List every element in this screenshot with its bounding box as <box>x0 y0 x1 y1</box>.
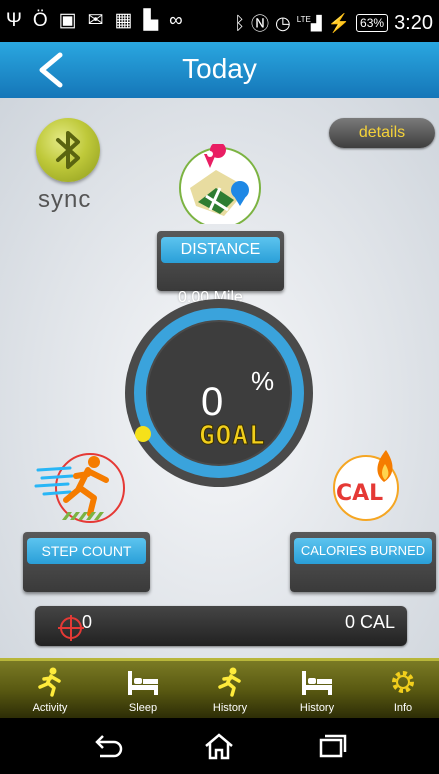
map-location-icon <box>179 144 261 224</box>
bottom-tab-bar: Activity Sleep History History Info <box>0 658 439 718</box>
battery-indicator: 63% <box>356 14 389 32</box>
bed-icon <box>128 671 158 695</box>
clock-icon: ◷ <box>275 12 291 33</box>
step-count-label: STEP COUNT <box>27 538 146 564</box>
recents-icon <box>319 734 347 758</box>
tab-activity-history-label: History <box>212 702 248 714</box>
tab-sleep-history-label: History <box>299 702 335 714</box>
sync-label: sync <box>38 186 92 213</box>
system-nav-bar <box>0 718 439 774</box>
voicemail-icon: ∞ <box>169 10 183 31</box>
tab-activity[interactable]: Activity <box>15 667 85 721</box>
alarm-icon: Ö <box>32 10 48 31</box>
runner-icon <box>218 667 241 697</box>
target-icon <box>58 615 84 641</box>
step-count-panel[interactable]: STEP COUNT <box>23 532 150 592</box>
system-recents-button[interactable] <box>315 732 349 760</box>
dashboard: sync details DISTANCE 0.00 Mile % 0 GOAL <box>0 98 439 658</box>
summary-steps-value: 0 <box>82 612 93 632</box>
runner-icon <box>38 667 61 697</box>
tab-activity-history[interactable]: History <box>195 667 265 721</box>
summary-bar: 0 0 CAL <box>35 606 407 646</box>
percent-value: 0 <box>201 380 224 424</box>
bluetooth-status-icon: ᛒ <box>234 12 246 33</box>
gear-icon <box>392 671 414 693</box>
usb-icon: Ψ <box>6 10 22 31</box>
goal-label: GOAL <box>199 421 266 452</box>
tab-sleep[interactable]: Sleep <box>108 667 178 721</box>
page-title: Today <box>182 53 257 84</box>
system-back-button[interactable] <box>90 732 124 760</box>
tab-activity-label: Activity <box>32 702 68 714</box>
notification-icons: Ψ Ö ▣ ✉ ▦ ▙ ∞ <box>6 10 183 32</box>
percent-symbol: % <box>251 366 275 396</box>
status-time: 3:20 <box>394 11 433 34</box>
runner-icon <box>34 453 125 523</box>
calendar-icon: ▦ <box>114 10 133 31</box>
tab-sleep-label: Sleep <box>128 702 158 714</box>
summary-calories-value: 0 CAL <box>344 612 395 632</box>
tab-sleep-history[interactable]: History <box>282 667 352 721</box>
calorie-icon-text: CAL <box>336 481 383 506</box>
progress-dot <box>135 426 151 442</box>
mail-icon: ✉ <box>87 10 104 31</box>
back-arrow-icon <box>95 735 123 758</box>
distance-panel[interactable]: DISTANCE <box>157 231 284 291</box>
system-icons: ᛒ Ⓝ ◷ LTE▟ ⚡ 63% 3:20 <box>234 10 433 36</box>
calorie-flame-icon: CAL <box>333 450 399 521</box>
charging-icon: ⚡ <box>327 12 351 33</box>
tab-info[interactable]: Info <box>368 667 438 721</box>
details-button[interactable]: details <box>329 118 435 148</box>
bed-icon <box>302 671 332 695</box>
nfc-icon: Ⓝ <box>251 14 270 34</box>
home-icon <box>205 733 233 760</box>
stats-icon: ▙ <box>143 10 159 31</box>
distance-label: DISTANCE <box>161 237 280 263</box>
gallery-icon: ▣ <box>58 10 77 31</box>
system-home-button[interactable] <box>202 732 236 760</box>
calories-label: CALORIES BURNED <box>294 538 432 564</box>
header-bar: Today <box>0 42 439 98</box>
calories-panel[interactable]: CALORIES BURNED <box>290 532 436 592</box>
tab-info-label: Info <box>393 702 413 714</box>
bluetooth-icon <box>56 131 80 169</box>
sync-button[interactable] <box>36 118 100 182</box>
signal-icon: LTE▟ <box>296 14 322 31</box>
status-bar: Ψ Ö ▣ ✉ ▦ ▙ ∞ ᛒ Ⓝ ◷ LTE▟ ⚡ 63% 3:20 <box>0 0 439 42</box>
